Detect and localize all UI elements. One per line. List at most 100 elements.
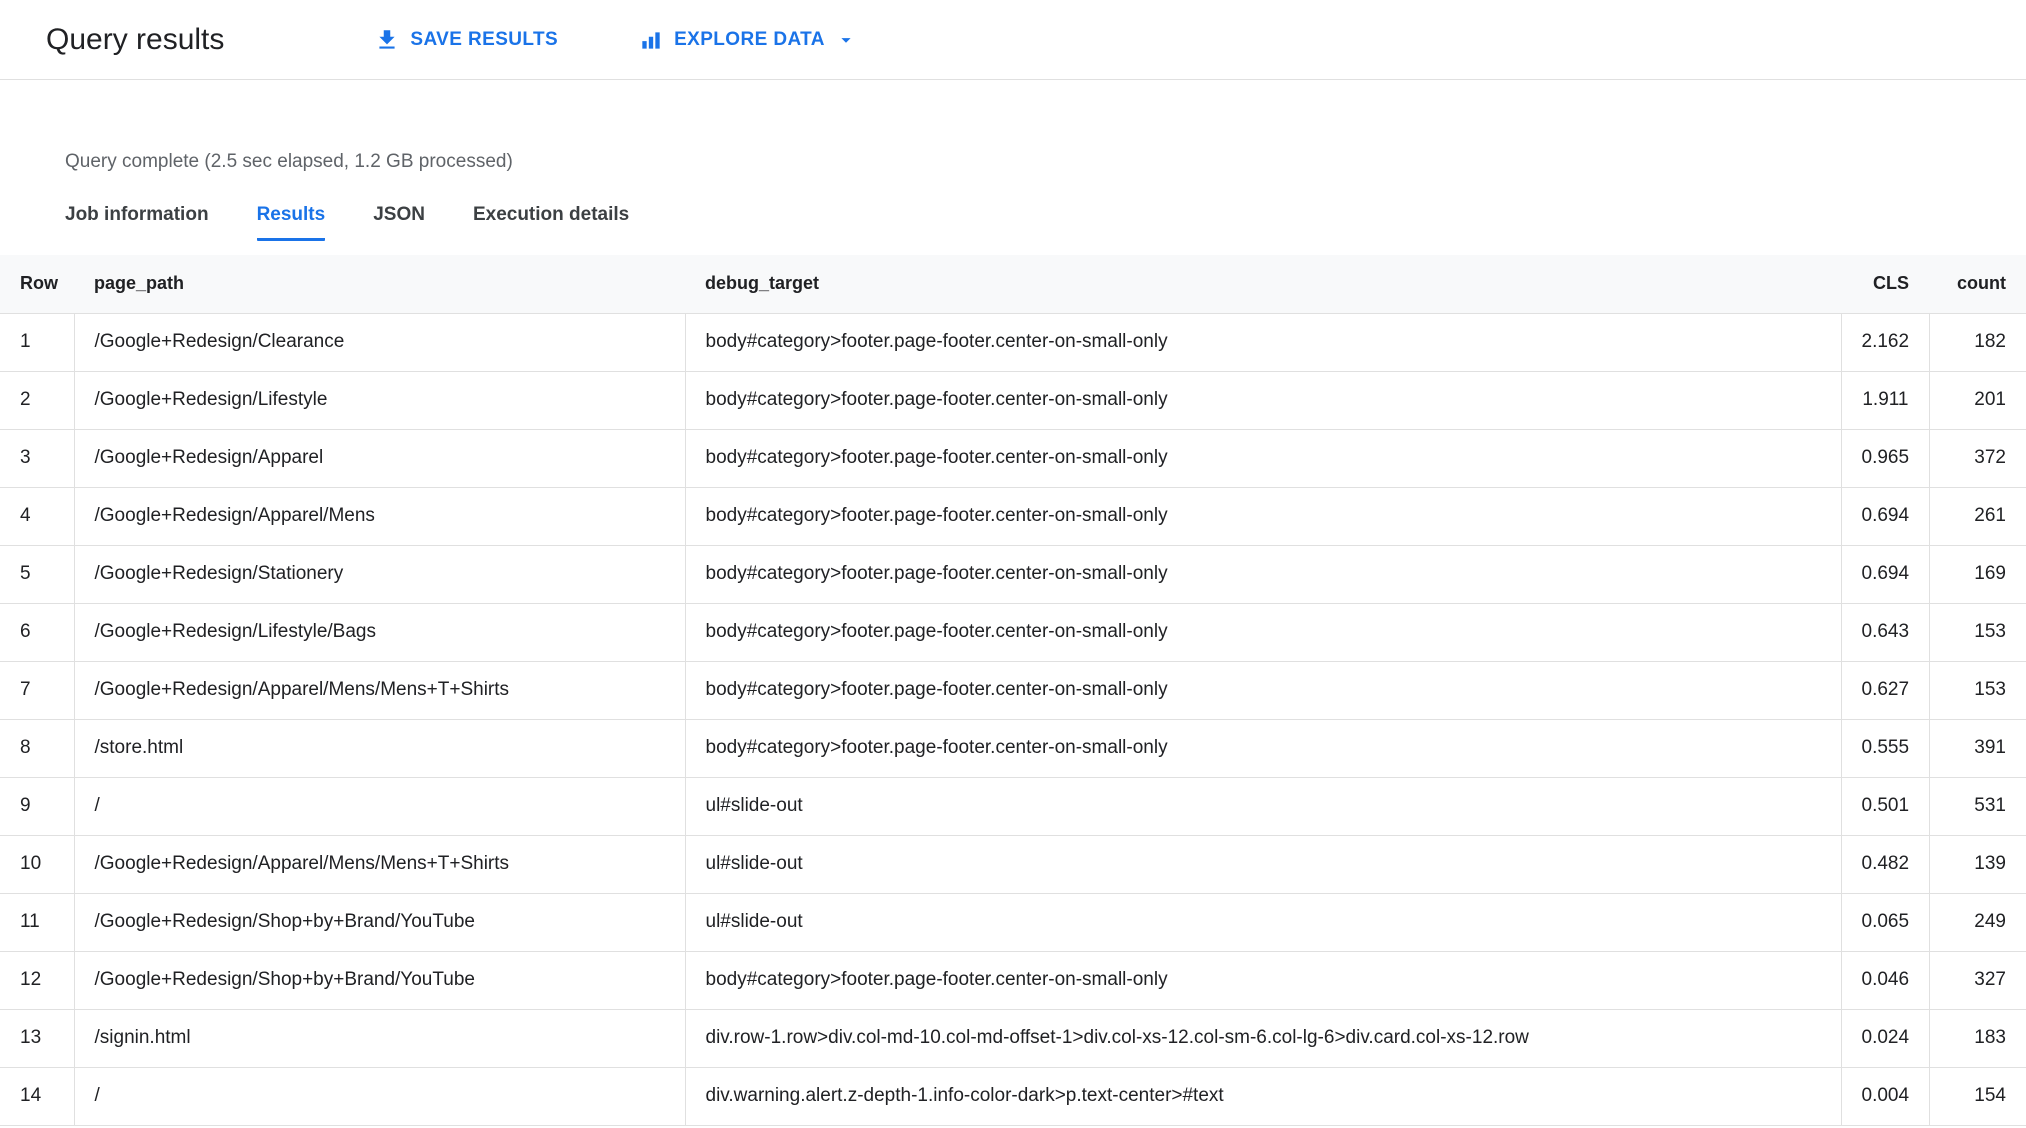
- table-row: 1/Google+Redesign/Clearance body#category…: [0, 312, 2026, 372]
- table-row: 14/div.warning.alert.z-depth-1.info-colo…: [0, 1066, 2026, 1126]
- cell-debug-target: body#category>footer.page-footer.center-…: [684, 660, 1842, 720]
- cell-page-path: /Google+Redesign/Apparel/Mens/Mens+T+Shi…: [73, 660, 686, 720]
- table-row: 12/Google+Redesign/Shop+by+Brand/YouTube…: [0, 950, 2026, 1010]
- cell-count: 372: [1928, 428, 2026, 488]
- cell-cls: 0.694: [1840, 486, 1930, 546]
- cell-count: 183: [1928, 1008, 2026, 1068]
- cell-page-path: /: [73, 776, 686, 836]
- column-header-page-path: page_path: [74, 255, 685, 314]
- save-results-label: SAVE RESULTS: [410, 28, 559, 50]
- cell-page-path: /Google+Redesign/Shop+by+Brand/YouTube: [73, 950, 686, 1010]
- tab-execution-details[interactable]: Execution details: [473, 204, 629, 241]
- cell-count: 153: [1928, 660, 2026, 720]
- cell-row: 3: [0, 428, 75, 488]
- cell-debug-target: body#category>footer.page-footer.center-…: [684, 718, 1842, 778]
- cell-row: 6: [0, 602, 75, 662]
- cell-count: 169: [1928, 544, 2026, 604]
- results-table: Row page_path debug_target CLS count 1/G…: [0, 255, 2026, 1126]
- cell-debug-target: body#category>footer.page-footer.center-…: [684, 486, 1842, 546]
- cell-debug-target: ul#slide-out: [684, 834, 1842, 894]
- cell-page-path: /Google+Redesign/Lifestyle/Bags: [73, 602, 686, 662]
- cell-debug-target: body#category>footer.page-footer.center-…: [684, 602, 1842, 662]
- cell-count: 201: [1928, 370, 2026, 430]
- results-tabs: Job information Results JSON Execution d…: [65, 204, 2026, 241]
- column-header-row: Row: [0, 255, 74, 314]
- cell-page-path: /store.html: [73, 718, 686, 778]
- cell-debug-target: body#category>footer.page-footer.center-…: [684, 544, 1842, 604]
- cell-debug-target: div.warning.alert.z-depth-1.info-color-d…: [684, 1066, 1842, 1126]
- cell-debug-target: body#category>footer.page-footer.center-…: [684, 428, 1842, 488]
- table-row: 5/Google+Redesign/Stationery body#categor…: [0, 544, 2026, 604]
- cell-row: 5: [0, 544, 75, 604]
- table-row: 9/ul#slide-out 0.501 531: [0, 776, 2026, 836]
- cell-count: 249: [1928, 892, 2026, 952]
- cell-cls: 0.694: [1840, 544, 1930, 604]
- table-header-row: Row page_path debug_target CLS count: [0, 255, 2026, 314]
- cell-debug-target: ul#slide-out: [684, 776, 1842, 836]
- cell-row: 13: [0, 1008, 75, 1068]
- table-row: 10/Google+Redesign/Apparel/Mens/Mens+T+S…: [0, 834, 2026, 894]
- cell-debug-target: body#category>footer.page-footer.center-…: [684, 312, 1842, 372]
- tab-json[interactable]: JSON: [373, 204, 425, 241]
- cell-count: 327: [1928, 950, 2026, 1010]
- table-row: 8/store.html body#category>footer.page-fo…: [0, 718, 2026, 778]
- tab-results[interactable]: Results: [256, 204, 326, 241]
- cell-count: 261: [1928, 486, 2026, 546]
- cell-row: 2: [0, 370, 75, 430]
- cell-cls: 0.643: [1840, 602, 1930, 662]
- chevron-down-icon: [835, 29, 857, 51]
- column-header-debug-target: debug_target: [685, 255, 1841, 314]
- table-row: 3/Google+Redesign/Apparel body#category>f…: [0, 428, 2026, 488]
- cell-cls: 0.555: [1840, 718, 1930, 778]
- cell-cls: 0.046: [1840, 950, 1930, 1010]
- cell-cls: 0.627: [1840, 660, 1930, 720]
- cell-row: 7: [0, 660, 75, 720]
- cell-row: 11: [0, 892, 75, 952]
- cell-cls: 1.911: [1840, 370, 1930, 430]
- cell-page-path: /Google+Redesign/Apparel: [73, 428, 686, 488]
- table-row: 11/Google+Redesign/Shop+by+Brand/YouTube…: [0, 892, 2026, 952]
- cell-page-path: /Google+Redesign/Shop+by+Brand/YouTube: [73, 892, 686, 952]
- cell-page-path: /Google+Redesign/Apparel/Mens/Mens+T+Shi…: [73, 834, 686, 894]
- cell-debug-target: body#category>footer.page-footer.center-…: [684, 950, 1842, 1010]
- save-results-button[interactable]: SAVE RESULTS: [374, 27, 558, 53]
- cell-count: 154: [1928, 1066, 2026, 1126]
- query-results-header: Query results SAVE RESULTS EXPLORE DATA: [0, 0, 2026, 80]
- cell-row: 10: [0, 834, 75, 894]
- cell-page-path: /Google+Redesign/Stationery: [73, 544, 686, 604]
- cell-page-path: /: [73, 1066, 686, 1126]
- cell-cls: 0.501: [1840, 776, 1930, 836]
- download-icon: [374, 27, 400, 53]
- column-header-cls: CLS: [1841, 255, 1929, 314]
- explore-data-label: EXPLORE DATA: [674, 28, 825, 50]
- explore-data-button[interactable]: EXPLORE DATA: [638, 27, 857, 53]
- cell-row: 4: [0, 486, 75, 546]
- cell-cls: 2.162: [1840, 312, 1930, 372]
- cell-cls: 0.024: [1840, 1008, 1930, 1068]
- cell-row: 1: [0, 312, 75, 372]
- cell-cls: 0.065: [1840, 892, 1930, 952]
- cell-debug-target: div.row-1.row>div.col-md-10.col-md-offse…: [684, 1008, 1842, 1068]
- cell-cls: 0.965: [1840, 428, 1930, 488]
- cell-count: 531: [1928, 776, 2026, 836]
- cell-page-path: /Google+Redesign/Lifestyle: [73, 370, 686, 430]
- query-status-text: Query complete (2.5 sec elapsed, 1.2 GB …: [65, 151, 513, 172]
- cell-row: 14: [0, 1066, 75, 1126]
- explore-data-icon: [638, 27, 664, 53]
- table-row: 13/signin.html div.row-1.row>div.col-md-1…: [0, 1008, 2026, 1068]
- table-row: 4/Google+Redesign/Apparel/Mens body#categ…: [0, 486, 2026, 546]
- cell-debug-target: ul#slide-out: [684, 892, 1842, 952]
- cell-page-path: /Google+Redesign/Clearance: [73, 312, 686, 372]
- table-row: 7/Google+Redesign/Apparel/Mens/Mens+T+Sh…: [0, 660, 2026, 720]
- table-row: 6/Google+Redesign/Lifestyle/Bags body#cat…: [0, 602, 2026, 662]
- tab-job-information[interactable]: Job information: [65, 204, 209, 241]
- cell-debug-target: body#category>footer.page-footer.center-…: [684, 370, 1842, 430]
- cell-cls: 0.482: [1840, 834, 1930, 894]
- cell-count: 153: [1928, 602, 2026, 662]
- cell-cls: 0.004: [1840, 1066, 1930, 1126]
- cell-row: 12: [0, 950, 75, 1010]
- cell-count: 139: [1928, 834, 2026, 894]
- column-header-count: count: [1929, 255, 2026, 314]
- cell-row: 8: [0, 718, 75, 778]
- cell-count: 391: [1928, 718, 2026, 778]
